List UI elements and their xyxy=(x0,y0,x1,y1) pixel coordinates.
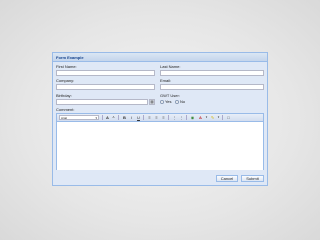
grow-font-icon[interactable]: A xyxy=(105,115,110,120)
first-name-field[interactable] xyxy=(56,70,155,76)
link-icon[interactable]: ◉ xyxy=(190,115,195,120)
gwt-user-yes-radio[interactable] xyxy=(160,100,164,104)
cancel-button[interactable]: Cancel xyxy=(216,175,238,182)
source-edit-icon[interactable]: □ xyxy=(226,115,231,120)
company-label: Company: xyxy=(56,78,75,83)
underline-icon[interactable]: U xyxy=(136,115,141,120)
first-name-label: First Name: xyxy=(56,64,77,69)
birthday-label: Birthday: xyxy=(56,93,72,98)
gwt-user-label: GWT User: xyxy=(160,93,180,98)
align-center-icon[interactable]: ≡ xyxy=(154,115,159,120)
font-select[interactable]: Arial ▾ xyxy=(59,115,99,120)
form-panel: Form Example First Name: Last Name: Comp… xyxy=(52,52,268,186)
toolbar-separator xyxy=(102,115,103,120)
comment-label: Comment: xyxy=(56,107,75,112)
shrink-font-icon[interactable]: A xyxy=(111,115,116,120)
highlight-color-icon[interactable]: ✎ xyxy=(210,115,215,120)
align-right-icon[interactable]: ≡ xyxy=(161,115,166,120)
email-label: Email: xyxy=(160,78,172,83)
font-select-value: Arial xyxy=(61,116,68,120)
radio-yes-label: Yes xyxy=(165,99,172,104)
birthday-field[interactable] xyxy=(56,99,148,105)
panel-title: Form Example xyxy=(53,53,267,62)
editor-toolbar: Arial ▾ A A B I U ≡ ≡ ≡ ⋮ ⋮ ◉ A ▾ ✎ ▾ □ xyxy=(57,114,263,122)
bold-icon[interactable]: B xyxy=(122,115,127,120)
align-left-icon[interactable]: ≡ xyxy=(147,115,152,120)
calendar-icon[interactable]: ▦ xyxy=(149,99,155,105)
highlight-dropdown-icon[interactable]: ▾ xyxy=(216,115,221,120)
italic-icon[interactable]: I xyxy=(129,115,134,120)
comment-textarea[interactable] xyxy=(57,122,263,170)
comment-editor: Arial ▾ A A B I U ≡ ≡ ≡ ⋮ ⋮ ◉ A ▾ ✎ ▾ □ xyxy=(56,113,264,170)
toolbar-separator xyxy=(118,115,119,120)
bullet-list-icon[interactable]: ⋮ xyxy=(172,115,177,120)
numbered-list-icon[interactable]: ⋮ xyxy=(179,115,184,120)
toolbar-separator xyxy=(186,115,187,120)
last-name-label: Last Name: xyxy=(160,64,181,69)
last-name-field[interactable] xyxy=(160,70,264,76)
toolbar-separator xyxy=(143,115,144,120)
submit-button[interactable]: Submit xyxy=(241,175,264,182)
font-color-dropdown-icon[interactable]: ▾ xyxy=(204,115,209,120)
toolbar-separator xyxy=(168,115,169,120)
company-field[interactable] xyxy=(56,84,155,90)
toolbar-separator xyxy=(222,115,223,120)
email-field[interactable] xyxy=(160,84,264,90)
chevron-down-icon: ▾ xyxy=(95,116,97,120)
radio-no-label: No xyxy=(180,99,186,104)
font-color-icon[interactable]: A xyxy=(198,115,203,120)
gwt-user-no-radio[interactable] xyxy=(175,100,179,104)
